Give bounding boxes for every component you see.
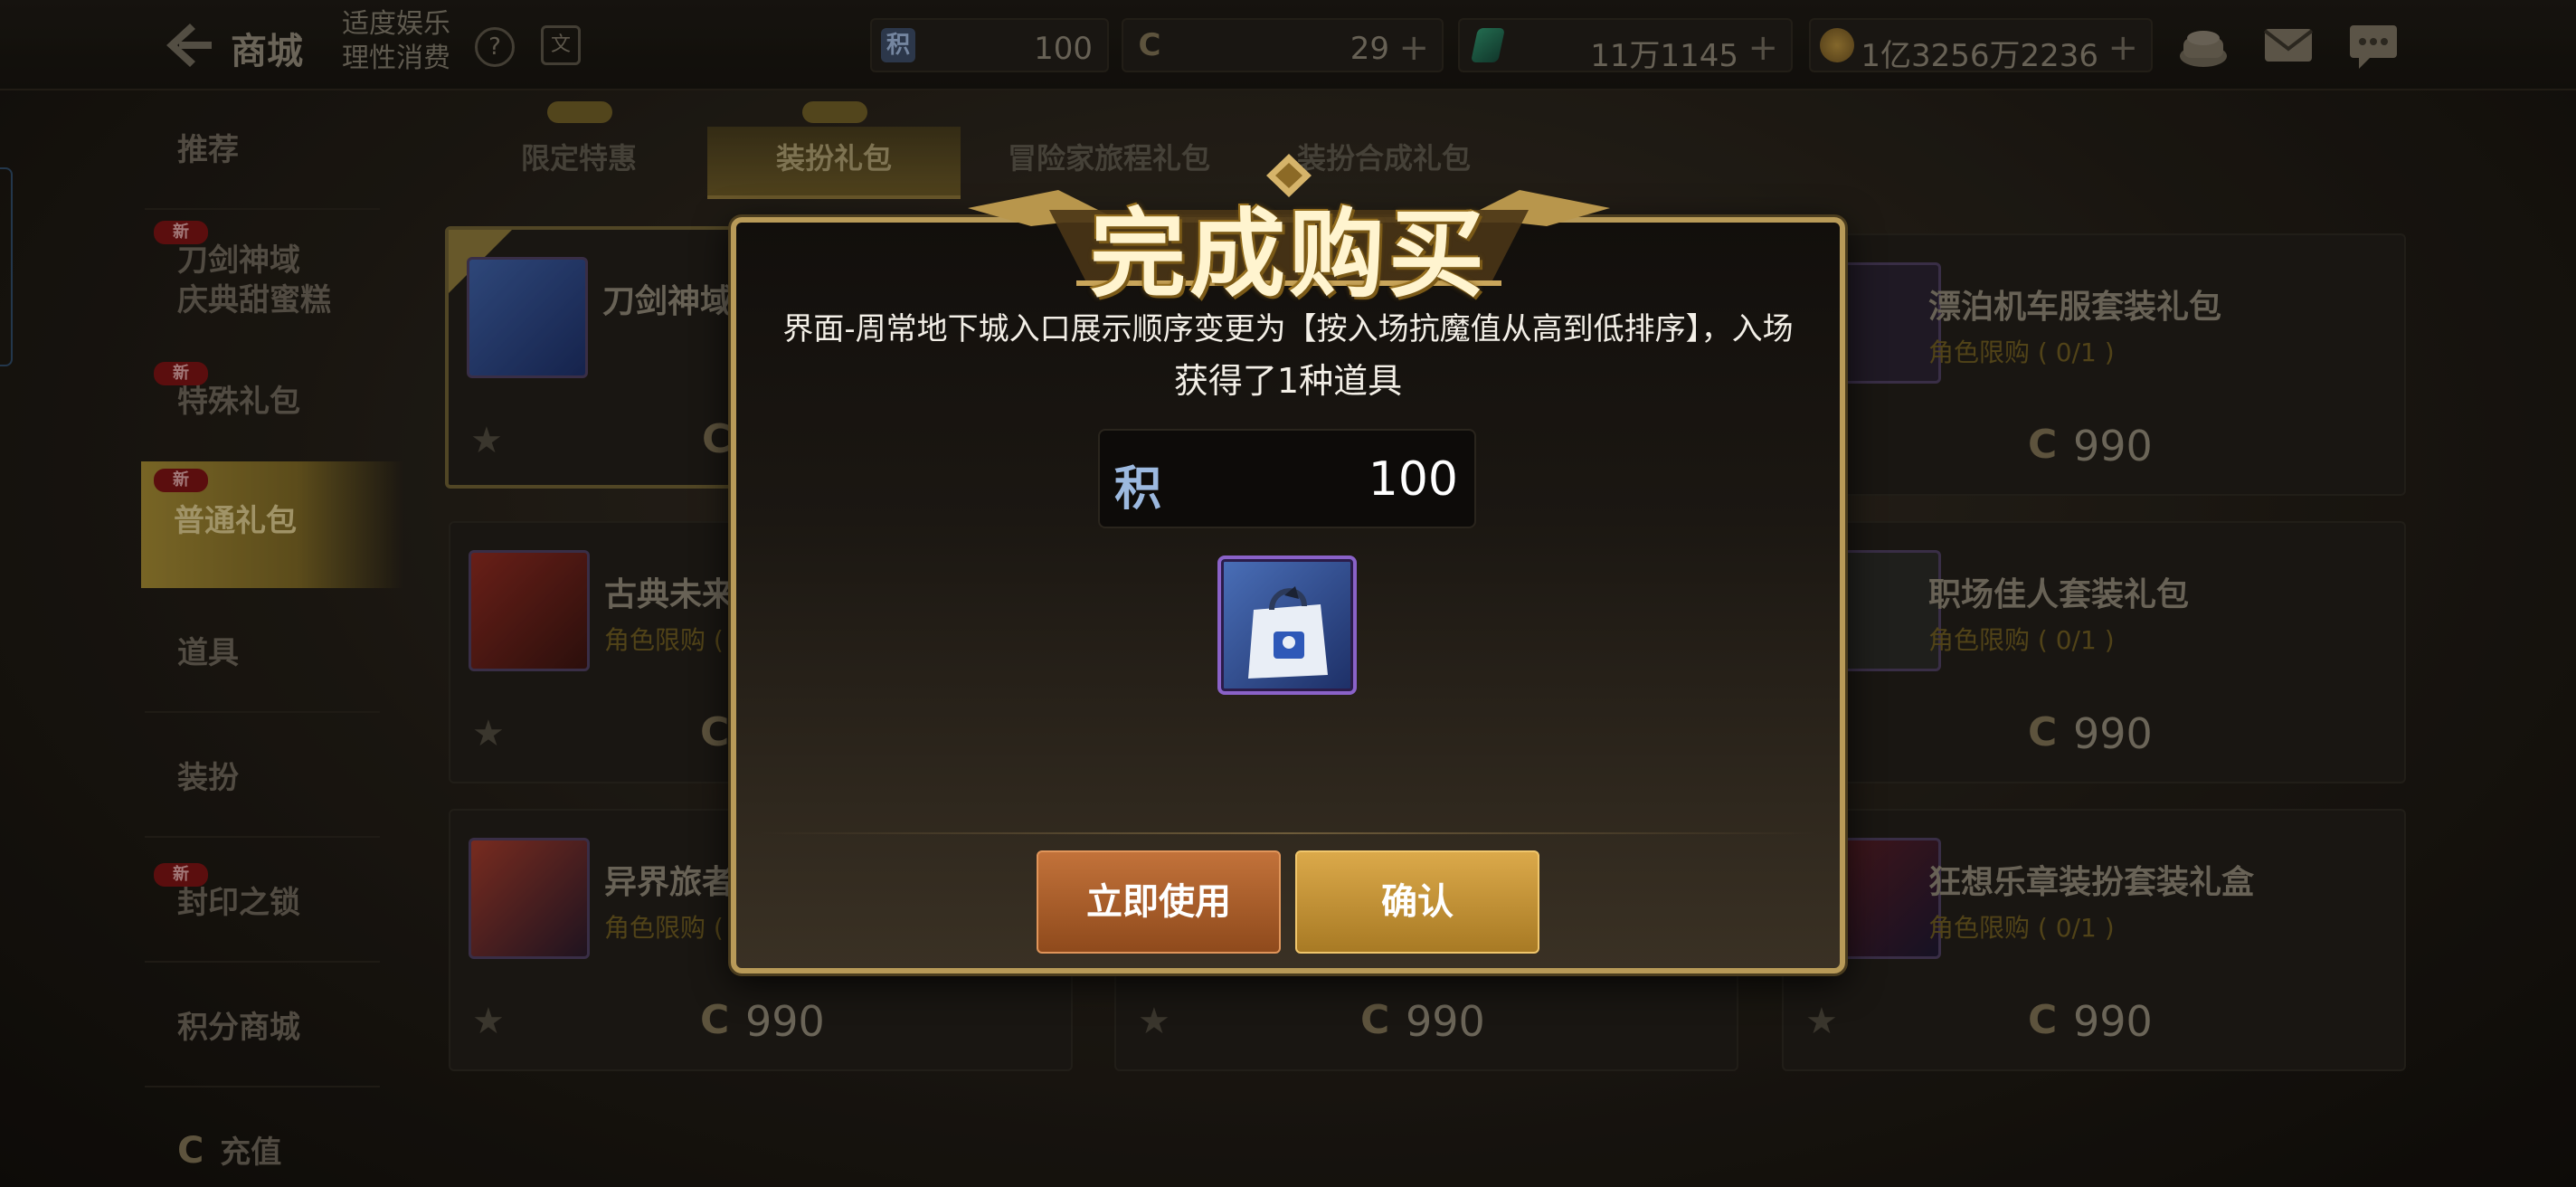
- dialog-title: 完成购买: [1090, 197, 1488, 310]
- dialog-result-text: 获得了1种道具: [1173, 361, 1403, 401]
- dialog-message: 界面-周常地下城入口展示顺序变更为【按入场抗魔值从高到低排序】，入场: [782, 311, 1794, 347]
- use-now-button[interactable]: 立即使用: [1037, 850, 1281, 954]
- dialog-divider: [760, 832, 1816, 834]
- shop-screen: 商城 适度娱乐 理性消费 ? 文 积 100 C 29 + 11万1145 + …: [0, 0, 2576, 1187]
- points-icon: 积: [1114, 461, 1162, 517]
- confirm-button[interactable]: 确认: [1295, 850, 1539, 954]
- reward-item[interactable]: [1217, 556, 1357, 695]
- points-reward-value: 100: [1368, 452, 1458, 507]
- points-reward: 积 100: [1098, 429, 1476, 528]
- shopping-bag-icon: [1248, 586, 1328, 679]
